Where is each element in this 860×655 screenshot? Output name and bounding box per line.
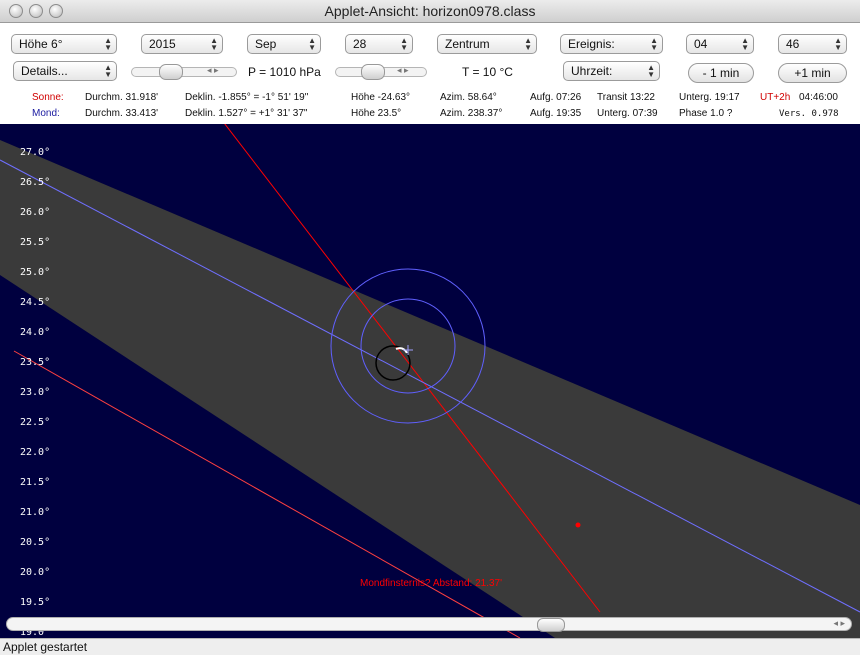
axis-label: 20.5°	[20, 537, 50, 548]
temperature-slider[interactable]: ◂ ▸	[335, 64, 427, 80]
ut-time: 04:46:00	[799, 92, 838, 103]
details-select[interactable]: Details... ▲ ▼	[13, 61, 117, 81]
moon-diameter: Durchm. 33.413'	[85, 108, 159, 119]
control-panel: Höhe 6° ▲ ▼ 2015 ▲ ▼ Sep ▲ ▼ 28 ▲ ▼ Zentrum ▲ ▼ Er…	[0, 23, 860, 124]
sun-declination: Deklin. -1.855° = -1° 51' 19"	[185, 92, 309, 103]
select-arrows-icon: ▲ ▼	[210, 36, 218, 52]
moon-rise: Aufg. 19:35	[530, 108, 582, 119]
eclipse-info-text: Mondfinsternis? Abstand: 21.37'	[360, 578, 502, 589]
plus-minute-button[interactable]: +1 min	[778, 63, 847, 83]
moon-set: Unterg. 07:39	[597, 108, 658, 119]
window-titlebar: Applet-Ansicht: horizon0978.class	[0, 0, 860, 23]
axis-label: 21.0°	[20, 507, 50, 518]
slider-thumb[interactable]	[159, 64, 183, 80]
sun-set: Unterg. 19:17	[679, 92, 740, 103]
select-arrows-icon: ▲ ▼	[104, 63, 112, 79]
version-label: Vers. 0.978	[779, 109, 839, 119]
window-title: Applet-Ansicht: horizon0978.class	[324, 3, 536, 19]
axis-label: 26.5°	[20, 177, 50, 188]
select-arrows-icon: ▲ ▼	[308, 36, 316, 52]
scroll-arrows-icon[interactable]: ◂ ▸	[833, 618, 845, 629]
axis-label: 19.5°	[20, 597, 50, 608]
minute-select[interactable]: 46 ▲ ▼	[778, 34, 847, 54]
moon-phase: Phase 1.0 ?	[679, 108, 733, 119]
axis-label: 22.5°	[20, 417, 50, 428]
sun-altitude: Höhe -24.63°	[351, 92, 411, 103]
axis-label: 20.0°	[20, 567, 50, 578]
scrollbar-thumb[interactable]	[537, 618, 565, 632]
ut-offset: UT+2h	[760, 92, 791, 103]
sun-rise: Aufg. 07:26	[530, 92, 582, 103]
select-arrows-icon: ▲ ▼	[834, 36, 842, 52]
sun-azimuth: Azim. 58.64°	[440, 92, 497, 103]
hour-select[interactable]: 04 ▲ ▼	[686, 34, 754, 54]
month-select[interactable]: Sep ▲ ▼	[247, 34, 321, 54]
horizontal-scrollbar[interactable]: ◂ ▸	[6, 617, 852, 632]
select-arrows-icon: ▲ ▼	[400, 36, 408, 52]
pressure-label: P = 1010 hPa	[248, 65, 321, 79]
select-arrows-icon: ▲ ▼	[524, 36, 532, 52]
sky-view[interactable]: 27.0° 26.5° 26.0° 25.5° 25.0° 24.5° 24.0° 23.5°…	[0, 124, 860, 638]
axis-label: 23.0°	[20, 387, 50, 398]
moon-altitude: Höhe 23.5°	[351, 108, 402, 119]
select-arrows-icon: ▲ ▼	[104, 36, 112, 52]
axis-label: 24.0°	[20, 327, 50, 338]
moon-azimuth: Azim. 238.37°	[440, 108, 503, 119]
select-arrows-icon: ▲ ▼	[741, 36, 749, 52]
sun-label: Sonne:	[32, 92, 64, 103]
slider-arrows-icon[interactable]: ◂ ▸	[397, 65, 409, 76]
axis-label: 23.5°	[20, 357, 50, 368]
sky-canvas: 27.0° 26.5° 26.0° 25.5° 25.0° 24.5° 24.0° 23.5°…	[0, 124, 860, 638]
select-arrows-icon: ▲ ▼	[647, 63, 655, 79]
axis-label: 24.5°	[20, 297, 50, 308]
pressure-slider[interactable]: ◂ ▸	[131, 64, 237, 80]
sun-direction-dot	[575, 522, 581, 528]
axis-label: 21.5°	[20, 477, 50, 488]
year-select[interactable]: 2015 ▲ ▼	[141, 34, 223, 54]
temperature-label: T = 10 °C	[462, 65, 513, 79]
status-bar: Applet gestartet	[0, 638, 860, 655]
height-select[interactable]: Höhe 6° ▲ ▼	[11, 34, 117, 54]
day-select[interactable]: 28 ▲ ▼	[345, 34, 413, 54]
minus-minute-button[interactable]: - 1 min	[688, 63, 754, 83]
select-arrows-icon: ▲ ▼	[650, 36, 658, 52]
moon-label: Mond:	[32, 108, 60, 119]
time-select[interactable]: Uhrzeit: ▲ ▼	[563, 61, 660, 81]
axis-label: 25.5°	[20, 237, 50, 248]
moon-declination: Deklin. 1.527° = +1° 31' 37"	[185, 108, 308, 119]
axis-label: 25.0°	[20, 267, 50, 278]
sun-transit: Transit 13:22	[597, 92, 655, 103]
slider-arrows-icon[interactable]: ◂ ▸	[207, 65, 219, 76]
axis-label: 27.0°	[20, 147, 50, 158]
event-select[interactable]: Ereignis: ▲ ▼	[560, 34, 663, 54]
center-select[interactable]: Zentrum ▲ ▼	[437, 34, 537, 54]
sun-diameter: Durchm. 31.918'	[85, 92, 159, 103]
axis-label: 22.0°	[20, 447, 50, 458]
status-text: Applet gestartet	[3, 640, 88, 654]
slider-thumb[interactable]	[361, 64, 385, 80]
axis-label: 26.0°	[20, 207, 50, 218]
